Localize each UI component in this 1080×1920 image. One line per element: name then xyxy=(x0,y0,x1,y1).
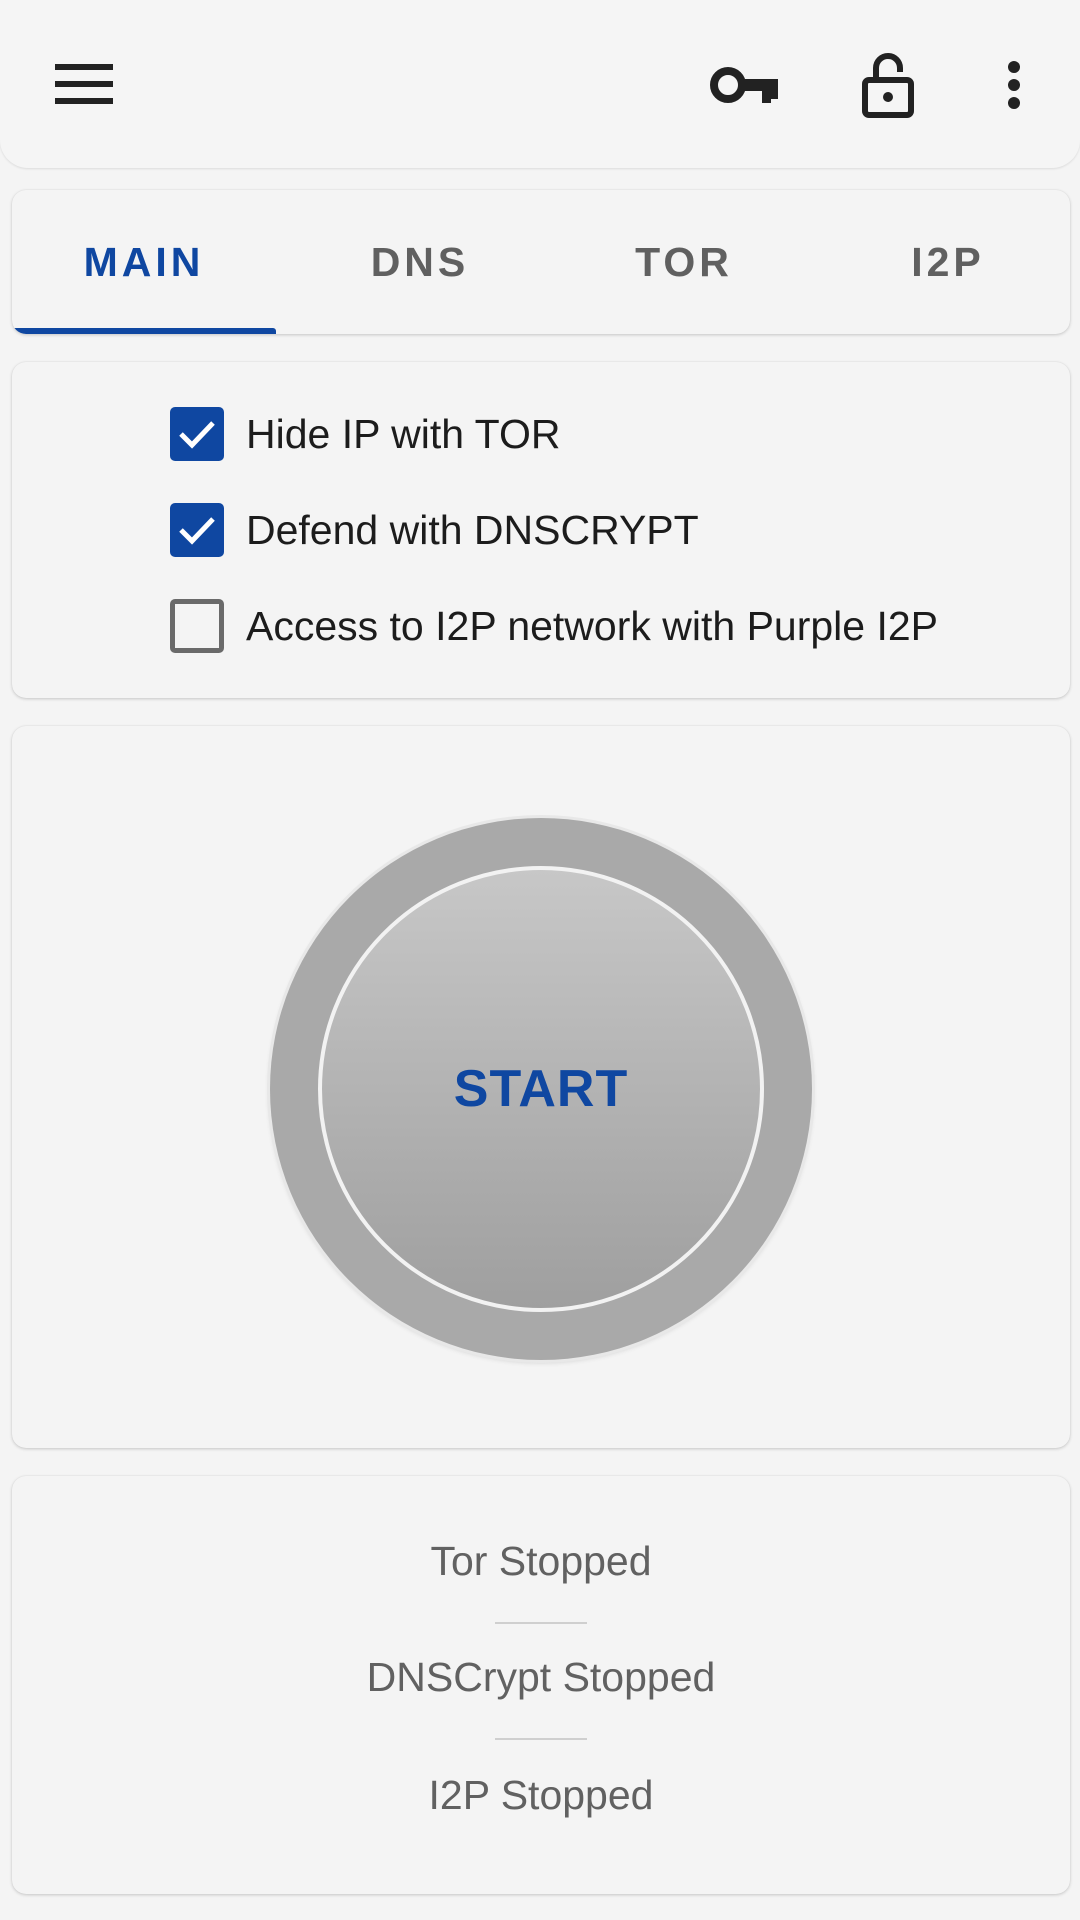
i2p-status: I2P Stopped xyxy=(428,1772,654,1818)
tab-dns[interactable]: DNS xyxy=(288,190,552,334)
dnscrypt-status: DNSCrypt Stopped xyxy=(366,1654,716,1700)
tab-main-label: MAIN xyxy=(83,238,205,285)
options-card: Hide IP with TOR Defend with DNSCRYPT Ac… xyxy=(12,362,1070,698)
option-hide-ip-tor[interactable]: Hide IP with TOR xyxy=(170,404,560,464)
start-button[interactable]: START xyxy=(270,818,812,1360)
tab-tor[interactable]: TOR xyxy=(552,190,816,334)
tab-main[interactable]: MAIN xyxy=(12,190,276,334)
tab-i2p[interactable]: I2P xyxy=(816,190,1070,334)
status-divider xyxy=(495,1738,587,1740)
check-icon xyxy=(179,517,215,545)
option-i2p-network[interactable]: Access to I2P network with Purple I2P xyxy=(170,596,938,656)
start-button-label: START xyxy=(453,1060,629,1118)
tab-i2p-label: I2P xyxy=(911,238,985,285)
tab-bar: MAIN DNS TOR I2P xyxy=(12,190,1070,334)
start-card: START xyxy=(12,726,1070,1448)
hide-ip-tor-label: Hide IP with TOR xyxy=(246,410,561,457)
i2p-network-checkbox[interactable] xyxy=(170,599,224,653)
tor-status: Tor Stopped xyxy=(430,1538,652,1584)
check-icon xyxy=(179,421,215,449)
hide-ip-tor-checkbox[interactable] xyxy=(170,407,224,461)
i2p-network-label: Access to I2P network with Purple I2P xyxy=(246,602,939,649)
start-button-inner[interactable]: START xyxy=(318,866,764,1312)
option-defend-dnscrypt[interactable]: Defend with DNSCRYPT xyxy=(170,500,699,560)
defend-dnscrypt-label: Defend with DNSCRYPT xyxy=(246,506,699,553)
defend-dnscrypt-checkbox[interactable] xyxy=(170,503,224,557)
tab-dns-label: DNS xyxy=(370,238,470,285)
app-bar xyxy=(0,0,1080,168)
menu-icon[interactable] xyxy=(38,44,130,124)
status-card: Tor Stopped DNSCrypt Stopped I2P Stopped xyxy=(12,1476,1070,1894)
more-vert-icon[interactable] xyxy=(986,40,1042,130)
status-divider xyxy=(495,1622,587,1624)
active-tab-indicator xyxy=(12,328,276,334)
vpn-key-icon[interactable] xyxy=(700,40,790,130)
tab-tor-label: TOR xyxy=(635,238,733,285)
lock-open-icon[interactable] xyxy=(848,40,928,130)
